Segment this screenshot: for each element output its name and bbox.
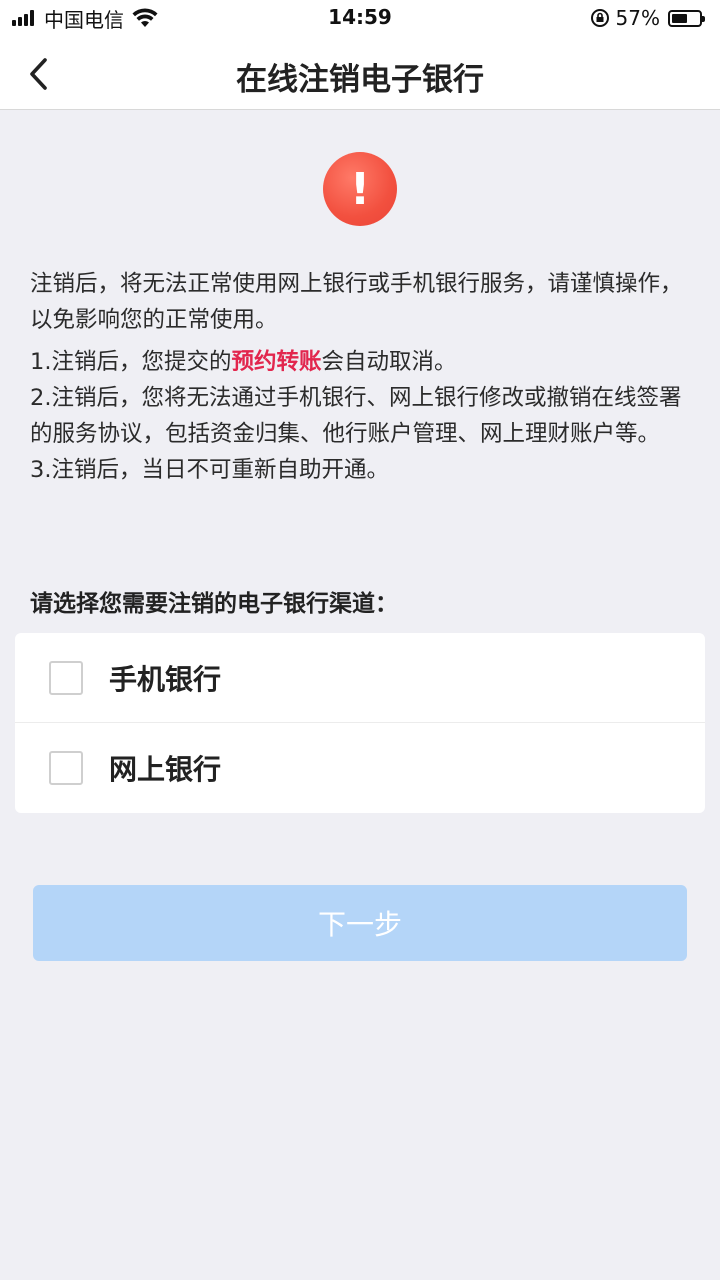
channel-options-card: 手机银行 网上银行 [15,633,705,813]
option-label: 手机银行 [109,662,222,696]
notice-item-1: 1.注销后，您提交的预约转账会自动取消。 [30,344,692,380]
notice-item-3: 3.注销后，当日不可重新自助开通。 [30,457,389,483]
battery-fill [672,13,687,23]
status-right: 57% [590,6,705,30]
online-banking-checkbox[interactable] [49,751,83,785]
next-step-button[interactable]: 下一步 [33,885,687,961]
option-online-banking[interactable]: 网上银行 [15,723,705,813]
back-button[interactable] [18,54,58,94]
notice-item-1-suffix: 会自动取消。 [321,349,457,375]
rotation-lock-icon [590,9,609,27]
status-bar: 中国电信 14:59 57% [0,0,720,36]
exclamation-icon: ! [323,152,397,226]
channel-select-label: 请选择您需要注销的电子银行渠道： [30,591,398,617]
scheduled-transfer-highlight: 预约转账 [231,349,322,375]
notice-item-2: 2.注销后，您将无法通过手机银行、网上银行修改或撤销在线签署的服务协议，包括资金… [30,385,682,447]
alert-symbol: ! [349,163,371,215]
page-title: 在线注销电子银行 [236,62,484,98]
battery-icon [668,9,705,27]
option-mobile-banking[interactable]: 手机银行 [15,633,705,723]
mobile-banking-checkbox[interactable] [49,660,83,695]
notice-item-1-prefix: 1.注销后，您提交的 [30,349,232,375]
option-label: 网上银行 [109,753,222,786]
notice-text: 注销后，将无法正常使用网上银行或手机银行服务，请谨慎操作，以免影响您的正常使用。… [30,266,692,488]
chevron-left-icon [30,58,47,90]
notice-intro: 注销后，将无法正常使用网上银行或手机银行服务，请谨慎操作，以免影响您的正常使用。 [30,271,683,333]
nav-bar: 在线注销电子银行 [0,36,720,110]
battery-percent: 57% [615,6,660,30]
